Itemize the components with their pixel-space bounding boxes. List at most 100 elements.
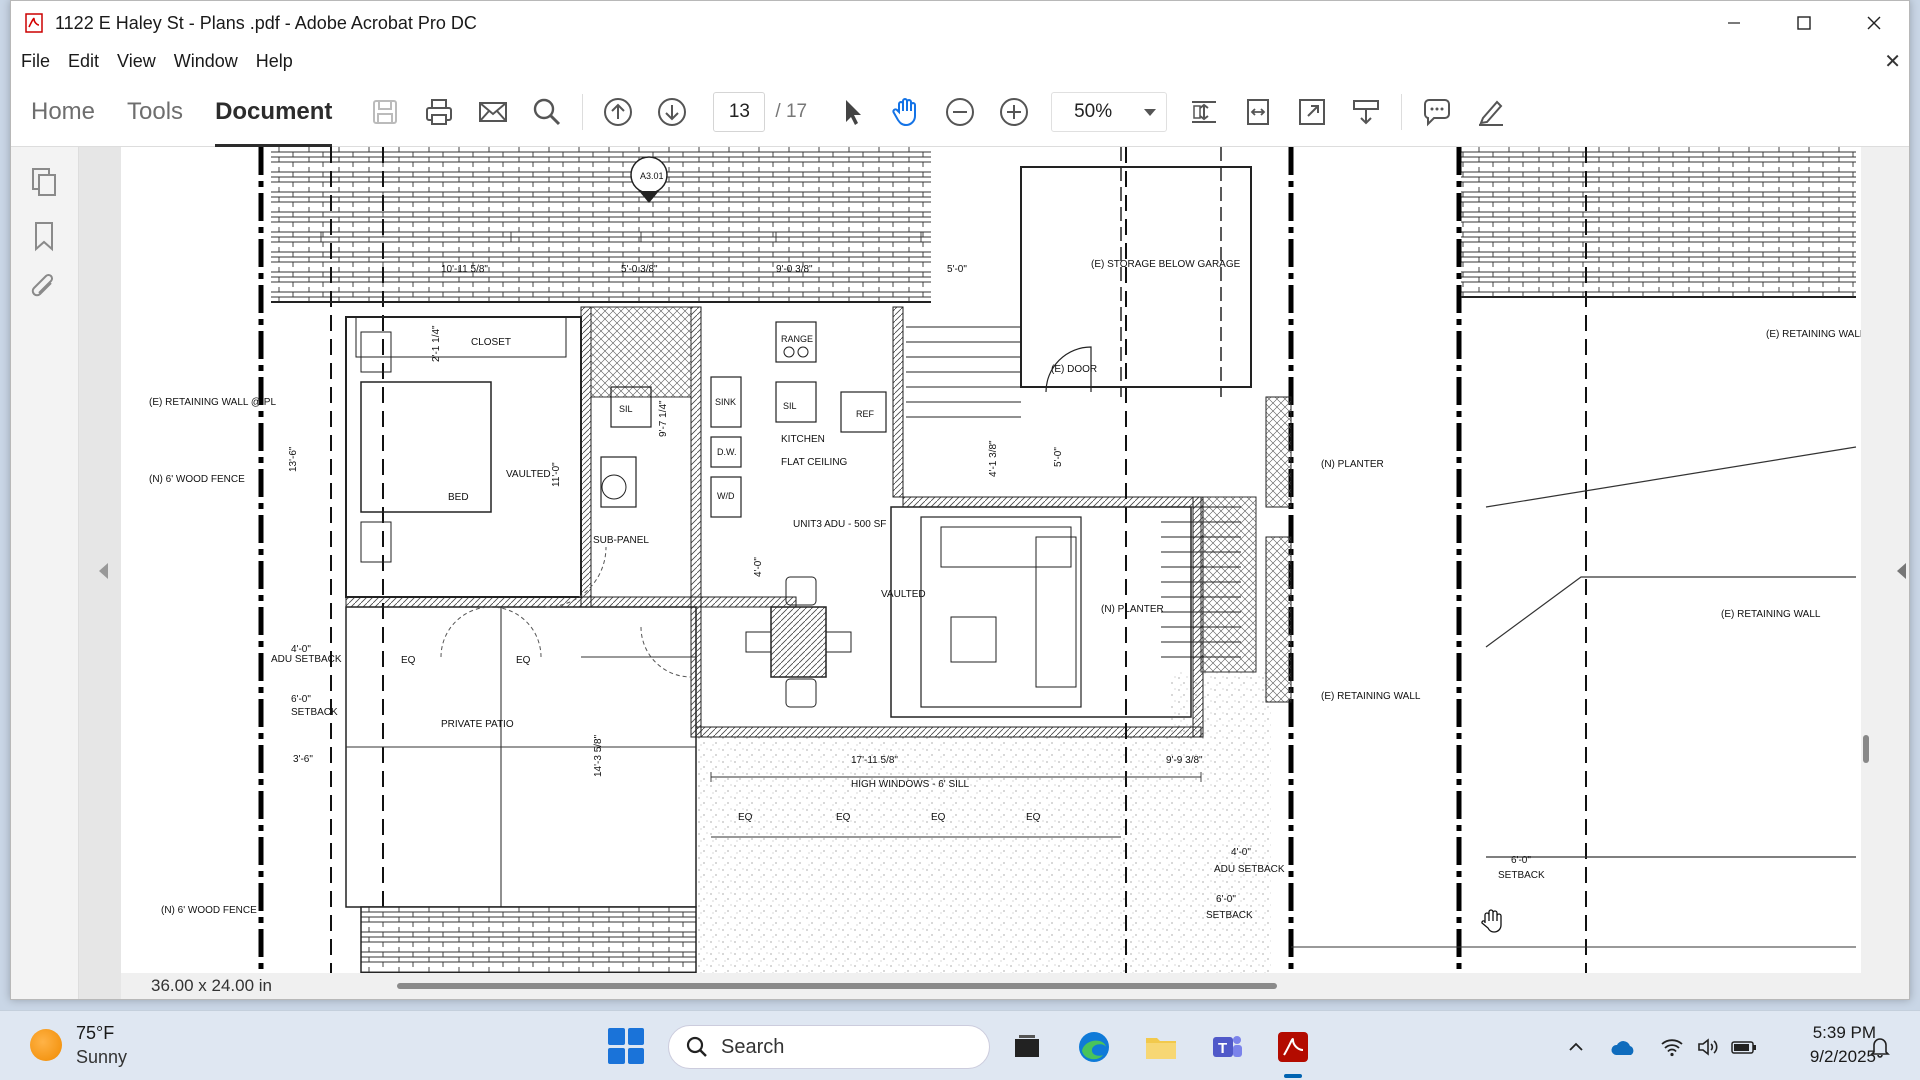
main-toolbar: Home Tools Document 13 / 17 50% xyxy=(11,77,1909,147)
horizontal-scrollbar[interactable] xyxy=(397,983,1277,989)
onedrive-cloud-icon[interactable] xyxy=(1610,1033,1638,1061)
dimension-label: 5'-0" xyxy=(1053,447,1064,467)
email-icon[interactable] xyxy=(471,90,515,134)
section-tag-label: A3.01 xyxy=(640,171,664,181)
weather-condition[interactable]: Sunny xyxy=(76,1047,127,1068)
menu-window[interactable]: Window xyxy=(164,51,246,72)
previous-page-icon[interactable] xyxy=(596,90,640,134)
dimension-label: 6'-0" xyxy=(291,694,311,705)
retaining-wall-label-2: (E) RETAINING WALL xyxy=(1766,329,1861,340)
vaulted-label-2: VAULTED xyxy=(881,589,926,600)
planter-label: (N) PLANTER xyxy=(1321,459,1384,470)
zoom-value: 50% xyxy=(1074,100,1113,122)
print-icon[interactable] xyxy=(417,90,461,134)
battery-icon[interactable] xyxy=(1730,1033,1758,1061)
highlight-pen-icon[interactable] xyxy=(1469,90,1513,134)
chevron-up-icon[interactable] xyxy=(1562,1033,1590,1061)
flat-ceiling-label: FLAT CEILING xyxy=(781,457,848,468)
wood-fence-label: (N) 6' WOOD FENCE xyxy=(149,474,245,485)
acrobat-app-icon xyxy=(23,12,45,34)
document-view[interactable]: A3.01 (E) STORAGE BELOW GARAGE (E) DOOR … xyxy=(121,147,1861,973)
menu-edit[interactable]: Edit xyxy=(58,51,107,72)
dimension-label: 10'-11 5/8" xyxy=(441,264,488,275)
collapse-left-pane-icon[interactable] xyxy=(99,563,108,579)
wifi-icon[interactable] xyxy=(1658,1033,1686,1061)
dimension-label: 6'-0" xyxy=(1216,894,1236,905)
select-cursor-icon[interactable] xyxy=(830,90,874,134)
dimension-label: 14'-3 5/8" xyxy=(593,734,604,777)
sun-icon[interactable] xyxy=(30,1029,62,1061)
setback-label-3: SETBACK xyxy=(1498,870,1545,881)
page-thumbnails-icon[interactable] xyxy=(27,165,61,199)
expand-right-pane-icon[interactable] xyxy=(1897,563,1906,579)
acrobat-taskbar-icon[interactable] xyxy=(1272,1026,1314,1078)
tab-document[interactable]: Document xyxy=(215,77,333,147)
adu-setback-label: ADU SETBACK xyxy=(271,654,342,665)
dw-label: D.W. xyxy=(717,447,737,457)
acrobat-window: 1122 E Haley St - Plans .pdf - Adobe Acr… xyxy=(10,0,1910,1000)
menu-view[interactable]: View xyxy=(107,51,164,72)
minimize-button[interactable] xyxy=(1699,1,1769,45)
teams-icon[interactable]: T xyxy=(1206,1026,1248,1068)
private-patio-label: PRIVATE PATIO xyxy=(441,719,514,730)
full-screen-icon[interactable] xyxy=(1290,90,1334,134)
zoom-out-icon[interactable] xyxy=(938,90,982,134)
chevron-down-icon xyxy=(1144,108,1157,116)
zoom-in-icon[interactable] xyxy=(992,90,1036,134)
menu-help[interactable]: Help xyxy=(246,51,301,72)
edge-browser-icon[interactable] xyxy=(1073,1026,1115,1068)
system-clock[interactable]: 5:39 PM 9/2/2025 xyxy=(1786,1021,1876,1069)
clock-time: 5:39 PM xyxy=(1812,1023,1876,1042)
eq-label: EQ xyxy=(401,655,416,666)
dimension-label: 5'-0 3/8" xyxy=(621,264,658,275)
dimension-label: 9'-7 1/4" xyxy=(658,400,669,437)
vertical-scrollbar[interactable] xyxy=(1863,735,1869,763)
dimension-label: 5'-0" xyxy=(947,264,967,275)
fit-width-icon[interactable] xyxy=(1236,90,1280,134)
menu-file[interactable]: File xyxy=(11,51,58,72)
unit-label: UNIT3 ADU - 500 SF xyxy=(793,519,886,530)
dimension-label: 6'-0" xyxy=(1511,855,1531,866)
close-document-icon[interactable]: ✕ xyxy=(1884,49,1901,74)
save-icon[interactable] xyxy=(363,90,407,134)
zoom-dropdown[interactable]: 50% xyxy=(1051,91,1168,132)
dimension-label: 9'-0 3/8" xyxy=(776,264,813,275)
ref-label: REF xyxy=(856,409,875,419)
windows-start-icon[interactable] xyxy=(608,1028,644,1064)
high-windows-label: HIGH WINDOWS - 6' SILL xyxy=(851,779,969,790)
sil-label-2: SIL xyxy=(783,401,797,411)
volume-icon[interactable] xyxy=(1694,1033,1722,1061)
sub-panel-label: SUB-PANEL xyxy=(593,535,649,546)
dimension-label: 4'-1 3/8" xyxy=(988,440,999,477)
search-placeholder: Search xyxy=(721,1035,785,1058)
comment-icon[interactable] xyxy=(1415,90,1459,134)
eq-label: EQ xyxy=(738,812,753,823)
setback-label: SETBACK xyxy=(291,707,338,718)
weather-temperature[interactable]: 75°F xyxy=(76,1023,114,1044)
menu-bar: File Edit View Window Help ✕ xyxy=(11,45,1909,77)
fit-page-icon[interactable] xyxy=(1182,90,1226,134)
eq-label: EQ xyxy=(836,812,851,823)
maximize-button[interactable] xyxy=(1769,1,1839,45)
search-icon[interactable] xyxy=(525,90,569,134)
window-title: 1122 E Haley St - Plans .pdf - Adobe Acr… xyxy=(55,12,477,33)
kitchen-label: KITCHEN xyxy=(781,434,825,445)
notification-bell-icon[interactable] xyxy=(1866,1033,1894,1061)
close-window-button[interactable] xyxy=(1839,1,1909,45)
range-label: RANGE xyxy=(781,334,813,344)
bed-label: BED xyxy=(448,492,469,503)
file-explorer-icon[interactable] xyxy=(1140,1026,1182,1068)
hand-tool-icon[interactable] xyxy=(884,90,928,134)
retaining-wall-label-3: (E) RETAINING WALL xyxy=(1721,609,1821,620)
tab-home[interactable]: Home xyxy=(31,77,95,147)
next-page-icon[interactable] xyxy=(650,90,694,134)
scroll-mode-icon[interactable] xyxy=(1344,90,1388,134)
attachment-icon[interactable] xyxy=(27,271,61,305)
taskbar-search[interactable]: Search xyxy=(668,1025,990,1069)
page-number-input[interactable]: 13 xyxy=(713,91,766,132)
page-dimensions: 36.00 x 24.00 in xyxy=(151,976,272,995)
task-view-icon[interactable] xyxy=(1006,1026,1048,1068)
title-bar: 1122 E Haley St - Plans .pdf - Adobe Acr… xyxy=(11,1,1909,45)
bookmark-icon[interactable] xyxy=(27,219,61,253)
tab-tools[interactable]: Tools xyxy=(127,77,183,147)
